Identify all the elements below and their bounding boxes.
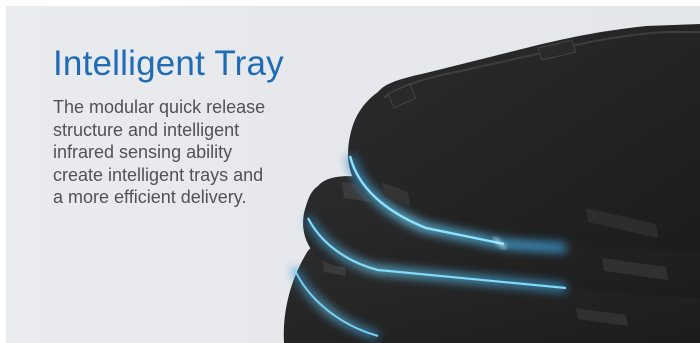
tray-top [346,24,700,252]
stacked-trays-image [283,24,700,343]
banner-panel: Intelligent Tray The modular quick relea… [6,6,700,343]
